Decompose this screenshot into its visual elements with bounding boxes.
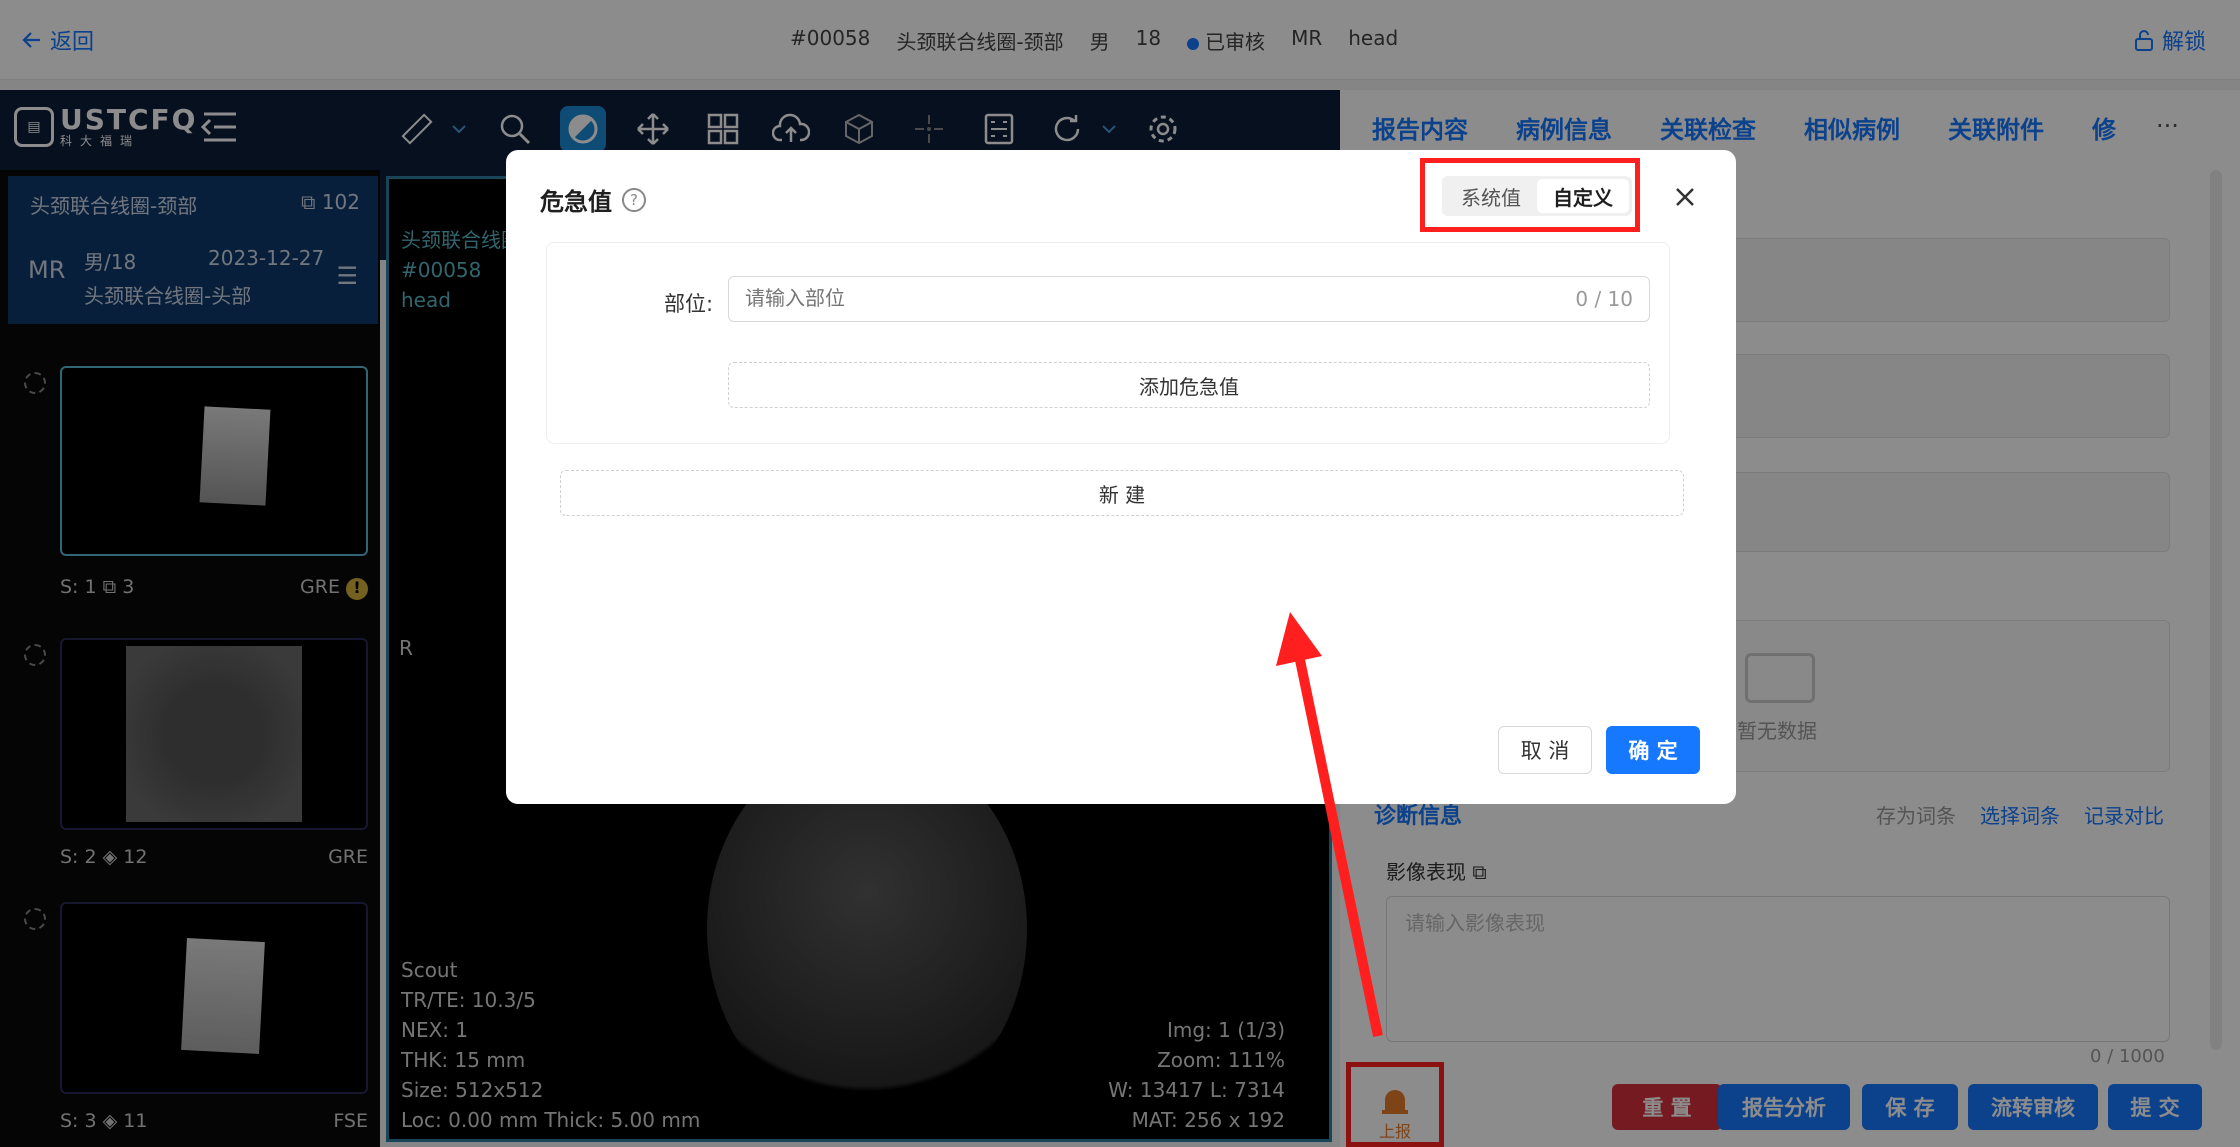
arrow-shaft	[1295, 658, 1383, 1038]
arrow-head	[1276, 612, 1322, 666]
annotation-arrow	[1276, 612, 1383, 1038]
